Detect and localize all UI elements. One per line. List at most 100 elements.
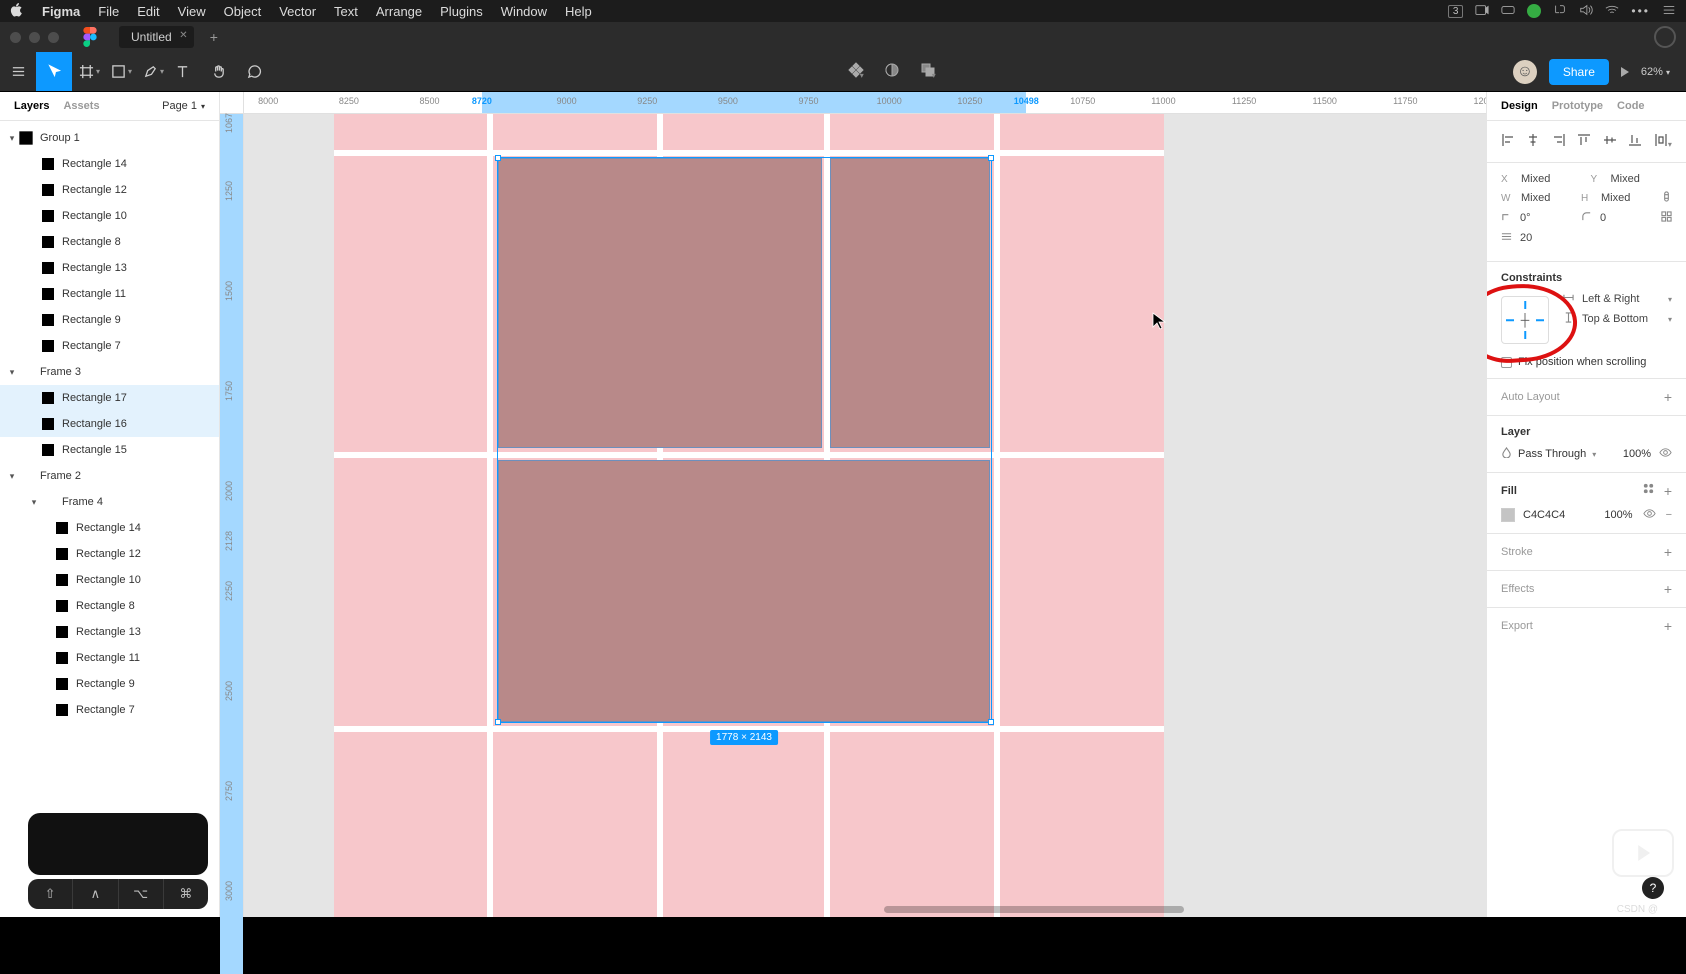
layer-row[interactable]: Rectangle 7 xyxy=(0,697,219,723)
layer-row[interactable]: Rectangle 8 xyxy=(0,229,219,255)
file-tab[interactable]: Untitled ✕ xyxy=(119,26,194,48)
constraint-v-select[interactable]: Top & Bottom xyxy=(1582,313,1660,325)
layer-row[interactable]: Rectangle 10 xyxy=(0,203,219,229)
component-menu-button[interactable]: ▾ xyxy=(848,62,864,81)
volume-icon[interactable] xyxy=(1579,3,1593,20)
hand-tool-button[interactable] xyxy=(200,52,236,91)
tab-assets[interactable]: Assets xyxy=(63,100,99,112)
tab-design[interactable]: Design xyxy=(1501,100,1538,112)
text-tool-button[interactable] xyxy=(164,52,200,91)
comment-tool-button[interactable] xyxy=(236,52,272,91)
close-tab-icon[interactable]: ✕ xyxy=(179,30,187,41)
layer-row[interactable]: ▾Group 1 xyxy=(0,125,219,151)
figma-logo-icon[interactable] xyxy=(83,27,97,47)
layer-row[interactable]: Rectangle 7 xyxy=(0,333,219,359)
fill-hex-input[interactable]: C4C4C4 xyxy=(1523,509,1565,521)
menu-help[interactable]: Help xyxy=(565,4,592,19)
h-input[interactable]: Mixed xyxy=(1601,192,1653,204)
corner-radius-input[interactable]: 0 xyxy=(1600,212,1653,224)
add-effect-button[interactable]: + xyxy=(1664,581,1672,597)
fill-opacity-input[interactable]: 100% xyxy=(1604,509,1632,521)
zoom-level[interactable]: 62% ▾ xyxy=(1641,66,1670,78)
fix-position-checkbox[interactable] xyxy=(1501,357,1512,368)
align-bottom-icon[interactable] xyxy=(1628,133,1642,150)
move-tool-button[interactable] xyxy=(36,52,72,91)
spacing-input[interactable]: 20 xyxy=(1520,232,1672,244)
layer-opacity-input[interactable]: 100% xyxy=(1623,448,1651,460)
align-vcenter-icon[interactable] xyxy=(1603,133,1617,150)
menu-view[interactable]: View xyxy=(178,4,206,19)
expand-arrow-icon[interactable]: ▾ xyxy=(6,133,18,144)
fill-visibility-icon[interactable] xyxy=(1643,507,1656,523)
layer-row[interactable]: Rectangle 17 xyxy=(0,385,219,411)
add-stroke-button[interactable]: + xyxy=(1664,544,1672,560)
add-auto-layout-button[interactable]: + xyxy=(1664,389,1672,405)
canvas-minimap[interactable] xyxy=(28,813,208,875)
visibility-icon[interactable] xyxy=(1659,446,1672,462)
constraints-diagram[interactable]: ┼ xyxy=(1501,296,1549,344)
apple-logo-icon[interactable] xyxy=(10,3,24,20)
menu-vector[interactable]: Vector xyxy=(279,4,316,19)
layer-row[interactable]: Rectangle 12 xyxy=(0,541,219,567)
pen-tool-button[interactable] xyxy=(132,52,168,91)
mask-button[interactable] xyxy=(884,62,900,81)
page-selector[interactable]: Page 1▾ xyxy=(162,100,205,112)
tab-code[interactable]: Code xyxy=(1617,100,1645,112)
layer-row[interactable]: Rectangle 14 xyxy=(0,515,219,541)
align-hcenter-icon[interactable] xyxy=(1526,133,1540,150)
canvas[interactable]: 1778 × 2143 xyxy=(244,114,1486,917)
present-button[interactable] xyxy=(1621,67,1629,77)
constrain-proportions-icon[interactable] xyxy=(1661,191,1672,205)
app-name[interactable]: Figma xyxy=(42,4,80,19)
layer-row[interactable]: ▾Frame 4 xyxy=(0,489,219,515)
share-button[interactable]: Share xyxy=(1549,59,1609,85)
constraint-h-select[interactable]: Left & Right xyxy=(1582,293,1660,305)
ruler-horizontal[interactable]: 8000825085008720900092509500975010000102… xyxy=(244,92,1486,114)
x-input[interactable]: Mixed xyxy=(1521,173,1583,185)
horizontal-scrollbar-thumb[interactable] xyxy=(884,906,1184,913)
y-input[interactable]: Mixed xyxy=(1611,173,1673,185)
menu-edit[interactable]: Edit xyxy=(137,4,159,19)
layer-row[interactable]: ▾Frame 2 xyxy=(0,463,219,489)
account-avatar-icon[interactable] xyxy=(1654,26,1676,48)
layer-row[interactable]: Rectangle 14 xyxy=(0,151,219,177)
layer-row[interactable]: Rectangle 15 xyxy=(0,437,219,463)
align-right-icon[interactable] xyxy=(1552,133,1566,150)
frame-tool-button[interactable] xyxy=(68,52,104,91)
layer-row[interactable]: Rectangle 13 xyxy=(0,619,219,645)
screen-record-icon[interactable] xyxy=(1475,3,1489,20)
window-traffic-lights[interactable] xyxy=(10,32,59,43)
input-menu-icon[interactable] xyxy=(1553,3,1567,20)
more-icon[interactable]: ••• xyxy=(1631,4,1650,18)
layer-row[interactable]: ▾Frame 3 xyxy=(0,359,219,385)
layer-row[interactable]: Rectangle 11 xyxy=(0,645,219,671)
layer-row[interactable]: Rectangle 16 xyxy=(0,411,219,437)
layer-row[interactable]: Rectangle 13 xyxy=(0,255,219,281)
fill-swatch[interactable] xyxy=(1501,508,1515,522)
blend-mode-select[interactable]: Pass Through xyxy=(1518,448,1586,460)
main-menu-button[interactable] xyxy=(0,52,36,91)
align-top-icon[interactable] xyxy=(1577,133,1591,150)
shape-tool-button[interactable] xyxy=(100,52,136,91)
align-left-icon[interactable] xyxy=(1501,133,1515,150)
menu-text[interactable]: Text xyxy=(334,4,358,19)
distribute-icon[interactable]: ▾ xyxy=(1654,133,1672,150)
rotate-input[interactable]: 0° xyxy=(1520,212,1573,224)
help-button[interactable]: ? xyxy=(1642,877,1664,899)
menu-window[interactable]: Window xyxy=(501,4,547,19)
independent-corners-icon[interactable] xyxy=(1661,211,1672,225)
remove-fill-button[interactable]: − xyxy=(1666,509,1672,521)
keyboard-icon[interactable] xyxy=(1501,3,1515,20)
layer-row[interactable]: Rectangle 9 xyxy=(0,671,219,697)
add-export-button[interactable]: + xyxy=(1664,618,1672,634)
menu-file[interactable]: File xyxy=(98,4,119,19)
menu-object[interactable]: Object xyxy=(224,4,262,19)
menu-lines-icon[interactable] xyxy=(1662,3,1676,20)
boolean-button[interactable]: ▾ xyxy=(920,62,936,81)
layer-row[interactable]: Rectangle 12 xyxy=(0,177,219,203)
fill-style-icon[interactable] xyxy=(1643,483,1654,499)
tab-prototype[interactable]: Prototype xyxy=(1552,100,1603,112)
tab-layers[interactable]: Layers xyxy=(14,100,49,112)
layer-row[interactable]: Rectangle 10 xyxy=(0,567,219,593)
expand-arrow-icon[interactable]: ▾ xyxy=(6,471,18,482)
